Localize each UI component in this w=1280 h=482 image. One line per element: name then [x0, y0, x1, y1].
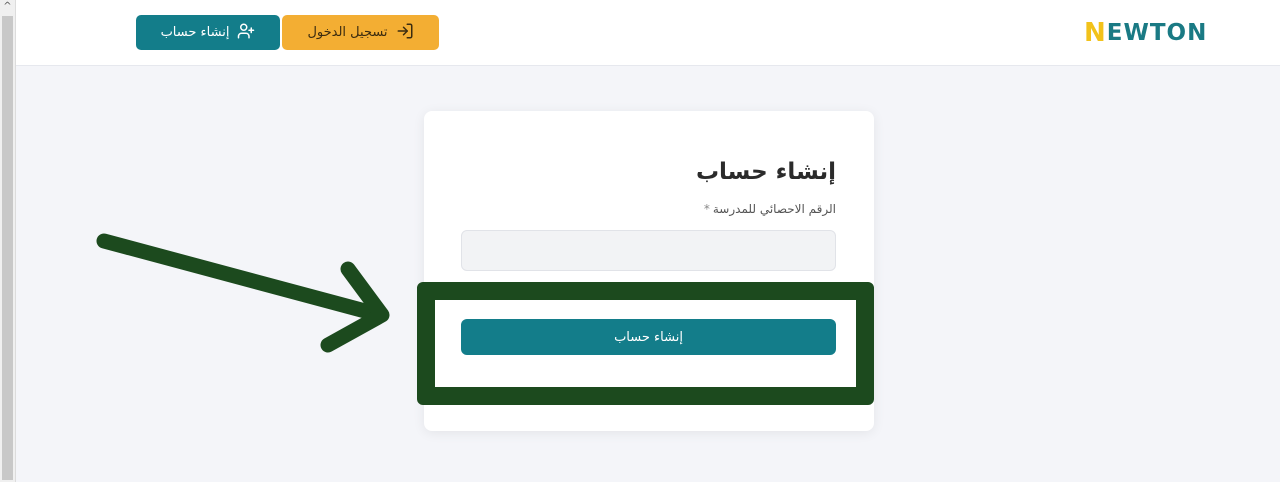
- school-id-input[interactable]: [461, 230, 836, 271]
- login-button[interactable]: تسجيل الدخول: [282, 15, 439, 50]
- login-icon: [396, 22, 414, 44]
- login-label: تسجيل الدخول: [307, 25, 388, 40]
- newton-logo[interactable]: N EWTON: [1084, 18, 1207, 48]
- annotation-arrow-icon: [96, 233, 390, 353]
- annotation-highlight-box: [417, 282, 874, 405]
- logo-mark: N: [1084, 18, 1107, 48]
- scroll-up-icon[interactable]: ^: [0, 0, 15, 14]
- top-header: N EWTON تسجيل الدخول إنشاء حساب: [16, 0, 1280, 66]
- signup-header-label: إنشاء حساب: [160, 25, 230, 40]
- user-plus-icon: [237, 22, 255, 44]
- school-id-label-text: الرقم الاحصائي للمدرسة: [712, 202, 836, 216]
- school-id-label: الرقم الاحصائي للمدرسة*: [704, 202, 836, 216]
- signup-header-button[interactable]: إنشاء حساب: [136, 15, 280, 50]
- scrollbar-thumb[interactable]: [2, 16, 13, 480]
- card-title: إنشاء حساب: [695, 159, 836, 185]
- page-scrollbar[interactable]: ^: [0, 0, 16, 482]
- logo-text: EWTON: [1106, 20, 1208, 46]
- required-marker: *: [703, 202, 710, 216]
